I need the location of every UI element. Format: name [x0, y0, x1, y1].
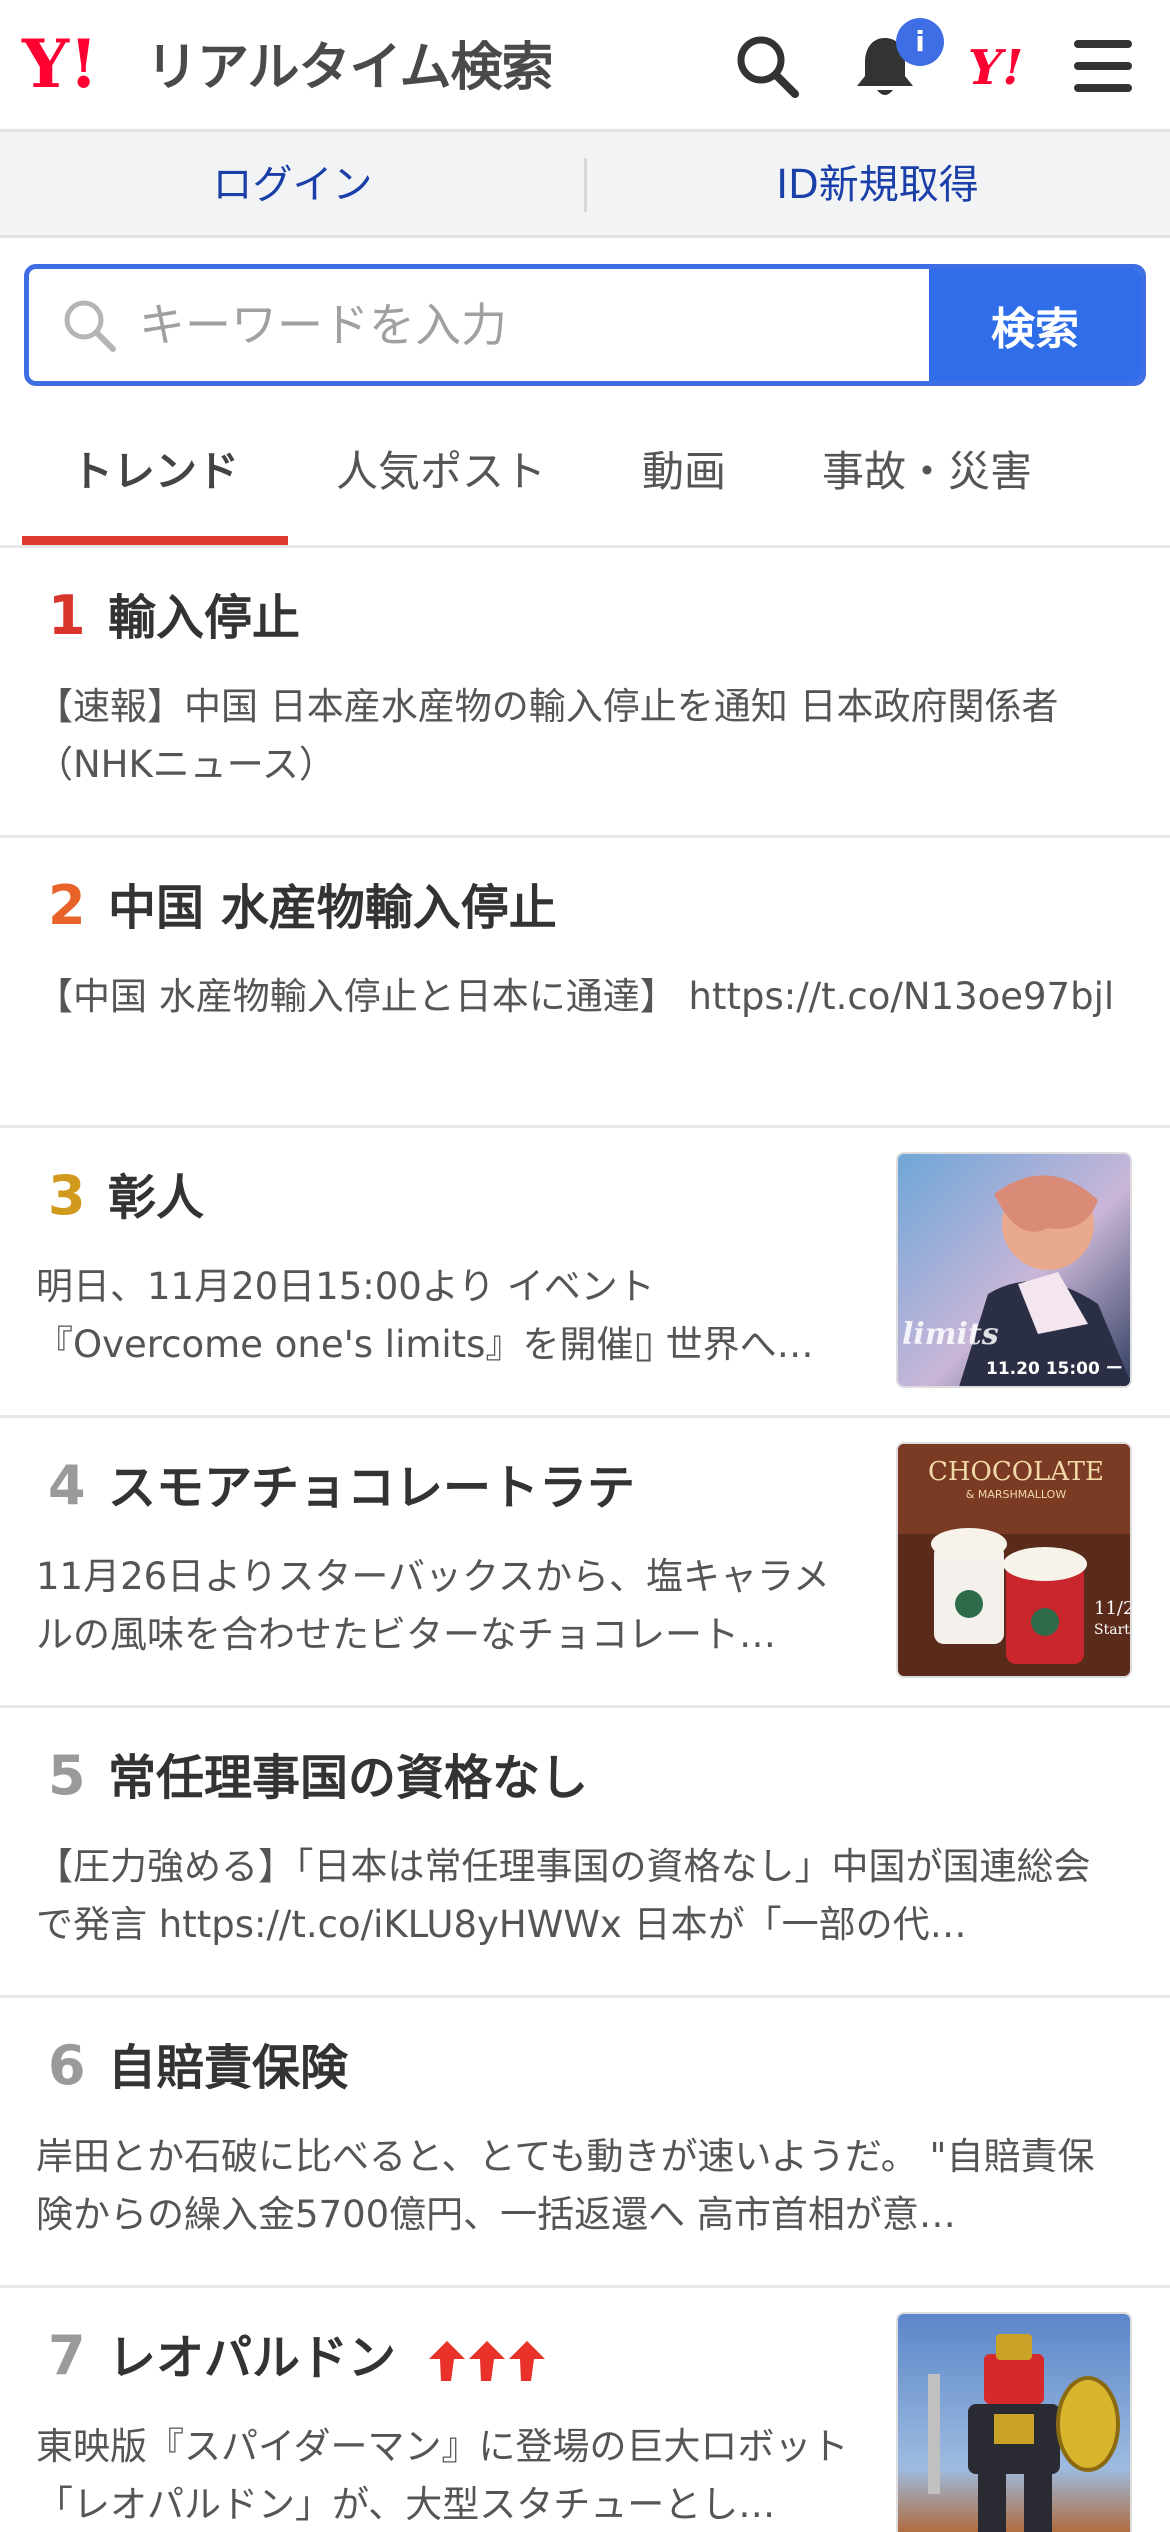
yahoo-logo-mark[interactable]: Y! [22, 28, 98, 100]
trend-item-5[interactable]: 5 常任理事国の資格なし 【圧力強める】「日本は常任理事国の資格なし」中国が国連… [0, 1708, 1170, 1998]
trend-description: 明日、11月20日15:00より イベント『Overcome one's lim… [36, 1265, 814, 1366]
account-bar: ログイン ID新規取得 [0, 132, 1170, 238]
trend-thumbnail-robot[interactable] [896, 2312, 1132, 2532]
trend-title[interactable]: 中国 水産物輸入停止 [108, 876, 557, 940]
anime-illustration-image: limits 11.20 15:00 ー 1 [898, 1154, 1132, 1386]
trend-title[interactable]: 彰人 [108, 1166, 204, 1230]
active-tab-indicator [22, 536, 288, 545]
search-button[interactable]: 検索 [929, 269, 1141, 381]
tab-popular-posts[interactable]: 人気ポスト [318, 400, 564, 548]
hamburger-menu-icon[interactable] [1070, 36, 1136, 96]
trend-item-7[interactable]: 7 レオパルドン 東映版『スパイダーマン』に登場の巨大ロボット「レオパルドン」が… [0, 2288, 1170, 2532]
trend-description: 11月26日よりスターバックスから、塩キャラメルの風味を合わせたビターなチョコレ… [36, 1555, 830, 1656]
search-icon[interactable] [733, 32, 801, 100]
trend-description: 東映版『スパイダーマン』に登場の巨大ロボット「レオパルドン」が、大型スタチューと… [36, 2425, 849, 2526]
trend-rank: 2 [48, 874, 86, 937]
trend-item-1[interactable]: 1 輸入停止 【速報】中国 日本産水産物の輸入停止を通知 日本政府関係者 （NH… [0, 548, 1170, 838]
thumb-brand-text: CHOCOLATE [928, 1457, 1104, 1487]
thumb-date: 11/26 [1094, 1598, 1132, 1619]
thumb-sub-text: & MARSHMALLOW [966, 1488, 1067, 1501]
trend-title-text: レオパルドン [108, 2330, 397, 2386]
trend-rank: 7 [48, 2324, 86, 2387]
tab-trend[interactable]: トレンド [22, 400, 288, 548]
thumb-event-time: 11.20 15:00 ー 1 [986, 1359, 1132, 1379]
trend-item-3[interactable]: 3 彰人 明日、11月20日15:00より イベント『Overcome one'… [0, 1128, 1170, 1418]
trend-rank: 1 [48, 584, 86, 647]
tab-accidents-disasters[interactable]: 事故・災害 [800, 400, 1054, 548]
trend-title[interactable]: 常任理事国の資格なし [108, 1746, 588, 1810]
chocolate-latte-image: CHOCOLATE & MARSHMALLOW 11/26 Start [898, 1444, 1132, 1676]
trend-item-6[interactable]: 6 自賠責保険 岸田とか石破に比べると、とても動きが速いようだ。 "自賠責保険か… [0, 1998, 1170, 2288]
trend-rank: 6 [48, 2034, 86, 2097]
trend-item-4[interactable]: 4 スモアチョコレートラテ 11月26日よりスターバックスから、塩キャラメルの風… [0, 1418, 1170, 1708]
yahoo-japan-icon[interactable]: Y! [968, 40, 1023, 96]
trend-title[interactable]: スモアチョコレートラテ [108, 1456, 635, 1520]
trend-thumbnail-starbucks[interactable]: CHOCOLATE & MARSHMALLOW 11/26 Start [896, 1442, 1132, 1678]
trend-title[interactable]: 自賠責保険 [108, 2036, 348, 2100]
rising-arrows-icon [428, 2341, 545, 2381]
login-link[interactable]: ログイン [0, 132, 585, 238]
notification-badge[interactable]: i [896, 18, 944, 66]
trend-item-2[interactable]: 2 中国 水産物輸入停止 【中国 水産物輸入停止と日本に通達】 https://… [0, 838, 1170, 1128]
robot-statue-image [898, 2314, 1130, 2532]
trend-description: 【中国 水産物輸入停止と日本に通達】 https://t.co/N13oe97b… [36, 975, 1115, 1018]
search-input[interactable] [139, 269, 939, 381]
trend-rank: 3 [48, 1164, 86, 1227]
tab-video[interactable]: 動画 [594, 400, 774, 548]
trend-description: 岸田とか石破に比べると、とても動きが速いようだ。 "自賠責保険からの繰入金570… [36, 2135, 1095, 2236]
trend-rank: 4 [48, 1454, 86, 1517]
trend-rank: 5 [48, 1744, 86, 1807]
signup-link[interactable]: ID新規取得 [585, 132, 1170, 238]
svg-text:limits: limits [902, 1317, 999, 1352]
trend-title[interactable]: 輸入停止 [108, 586, 300, 650]
app-header: Y! リアルタイム検索 i Y! [0, 0, 1170, 132]
thumb-start: Start [1094, 1622, 1130, 1638]
search-box: 検索 [24, 264, 1146, 386]
trend-thumbnail-anime[interactable]: limits 11.20 15:00 ー 1 [896, 1152, 1132, 1388]
trend-title[interactable]: レオパルドン [108, 2326, 551, 2390]
trend-description: 【速報】中国 日本産水産物の輸入停止を通知 日本政府関係者 （NHKニュース） [36, 685, 1059, 786]
app-title[interactable]: リアルタイム検索 [146, 38, 553, 98]
search-field-icon [64, 300, 116, 352]
category-tabs: トレンド 人気ポスト 動画 事故・災害 [0, 400, 1170, 548]
trend-description: 【圧力強める】「日本は常任理事国の資格なし」中国が国連総会で発言 https:/… [36, 1845, 1091, 1946]
